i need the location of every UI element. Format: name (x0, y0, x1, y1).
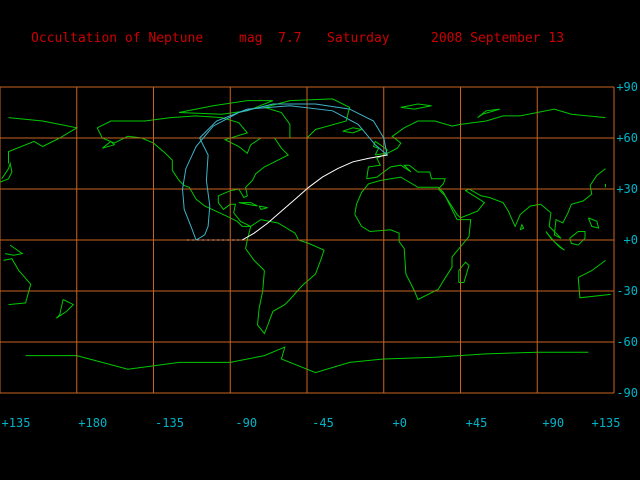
latitude-label: -90 (616, 386, 638, 400)
coastline (258, 205, 268, 210)
coastline (400, 103, 432, 110)
coastline (577, 259, 606, 278)
coastline (342, 127, 364, 134)
coastline (587, 217, 600, 229)
coastline (0, 161, 13, 183)
latitude-label: +0 (623, 233, 638, 247)
longitude-label: -135 (155, 416, 184, 430)
longitude-label: -90 (235, 416, 258, 430)
longitude-label: +90 (542, 416, 565, 430)
coastline (577, 277, 611, 299)
lat-lon-grid (0, 86, 615, 394)
longitude-label: +135 (1, 416, 31, 430)
coastline (96, 115, 290, 227)
coastline (519, 223, 525, 231)
coastline (366, 164, 606, 239)
coastline (8, 117, 79, 164)
latitude-label: +60 (616, 131, 638, 145)
coastline (477, 108, 500, 119)
coastline (3, 258, 32, 306)
coastlines (0, 98, 611, 374)
longitude-label: +180 (78, 416, 108, 430)
coastline (55, 299, 75, 319)
longitude-label: +0 (392, 416, 407, 430)
latitude-label: +90 (616, 80, 638, 94)
world-map (0, 86, 615, 394)
latitude-label: -60 (616, 335, 638, 349)
longitude-label: -45 (312, 416, 334, 430)
latitude-label: -30 (616, 284, 638, 298)
visibility-region-outline (181, 103, 388, 241)
coastline (354, 176, 472, 301)
coastline (245, 219, 325, 335)
longitude-label: +135 (591, 416, 621, 430)
coastline (238, 202, 258, 207)
coastline (366, 108, 606, 179)
coastline (5, 244, 24, 256)
coastline (545, 231, 565, 251)
latitude-label: +30 (616, 182, 638, 196)
longitude-label: +45 (465, 416, 488, 430)
coastline (101, 140, 116, 149)
coastline (569, 231, 586, 246)
